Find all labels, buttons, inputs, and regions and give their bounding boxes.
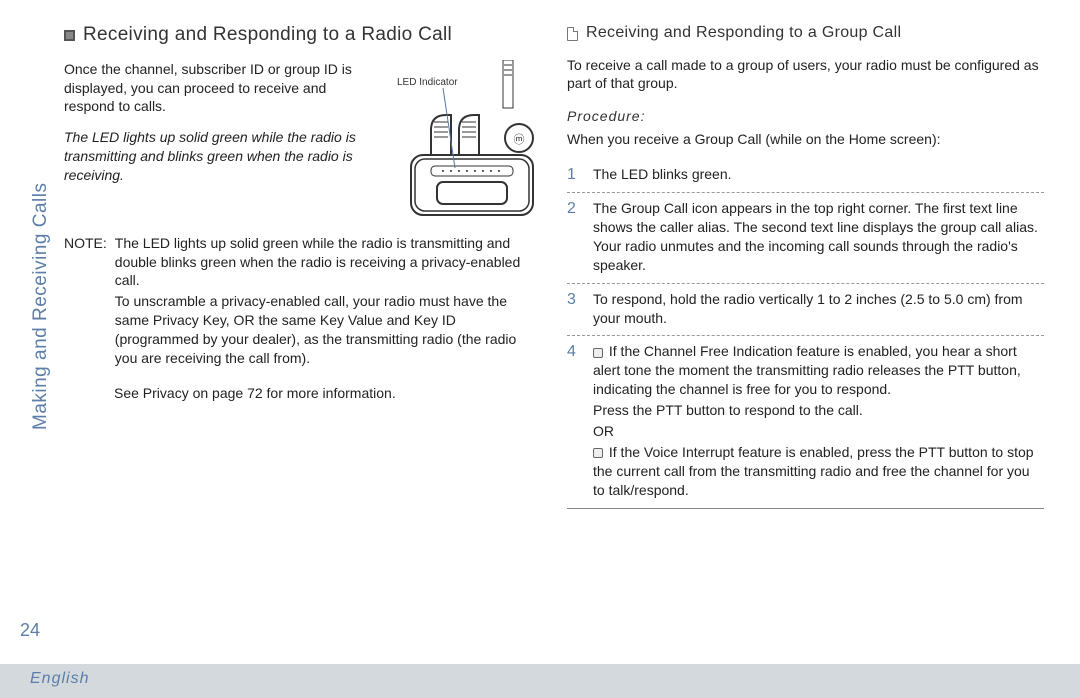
- square-bullet-icon: [64, 30, 75, 41]
- sidebar: Making and Receiving Calls 24: [0, 0, 52, 698]
- note-paragraph-1: The LED lights up solid green while the …: [115, 234, 541, 291]
- led-indicator-label: LED Indicator: [397, 76, 458, 90]
- note-label: NOTE:: [64, 234, 107, 370]
- language-label: English: [30, 668, 89, 690]
- step-text: To respond, hold the radio vertically 1 …: [593, 290, 1044, 328]
- step-text: The LED blinks green.: [593, 165, 1044, 184]
- step-2: 2 The Group Call icon appears in the top…: [567, 193, 1044, 284]
- language-bar: English: [0, 664, 1080, 698]
- page-number: 24: [20, 618, 40, 642]
- section-label: Making and Receiving Calls: [28, 183, 54, 430]
- step-text: The Group Call icon appears in the top r…: [593, 199, 1044, 275]
- procedure-label: Procedure:: [567, 107, 1044, 126]
- note-block: NOTE: The LED lights up solid green whil…: [64, 234, 541, 370]
- step-3: 3 To respond, hold the radio vertically …: [567, 284, 1044, 337]
- step-1: 1 The LED blinks green.: [567, 159, 1044, 193]
- heading-group-call: Receiving and Responding to a Group Call: [586, 22, 901, 44]
- intro-text: Once the channel, subscriber ID or group…: [64, 60, 377, 117]
- step-text: If the Channel Free Indication feature i…: [593, 342, 1044, 399]
- left-column: Receiving and Responding to a Radio Call…: [64, 22, 541, 648]
- right-column: Receiving and Responding to a Group Call…: [567, 22, 1044, 648]
- step-number: 1: [567, 165, 581, 186]
- step-number: 4: [567, 342, 581, 501]
- step-number: 3: [567, 290, 581, 330]
- step-text: Press the PTT button to respond to the c…: [593, 401, 1044, 420]
- radio-figure: LED Indicator ⓜ: [391, 60, 541, 220]
- step-text: OR: [593, 422, 1044, 441]
- procedure-sub: When you receive a Group Call (while on …: [567, 130, 1044, 149]
- feature-icon: [593, 448, 603, 458]
- group-intro: To receive a call made to a group of use…: [567, 56, 1044, 94]
- note-paragraph-2: To unscramble a privacy-enabled call, yo…: [115, 292, 541, 368]
- svg-text:ⓜ: ⓜ: [514, 133, 525, 146]
- page-icon: [567, 27, 578, 41]
- step-4: 4 If the Channel Free Indication feature…: [567, 336, 1044, 508]
- main-content: Receiving and Responding to a Radio Call…: [52, 0, 1080, 698]
- feature-icon: [593, 348, 603, 358]
- step-number: 2: [567, 199, 581, 277]
- step-text: If the Voice Interrupt feature is enable…: [593, 443, 1044, 500]
- heading-radio-call: Receiving and Responding to a Radio Call: [83, 22, 452, 48]
- see-privacy-ref: See Privacy on page 72 for more informat…: [114, 384, 541, 403]
- led-italic-note: The LED lights up solid green while the …: [64, 128, 377, 185]
